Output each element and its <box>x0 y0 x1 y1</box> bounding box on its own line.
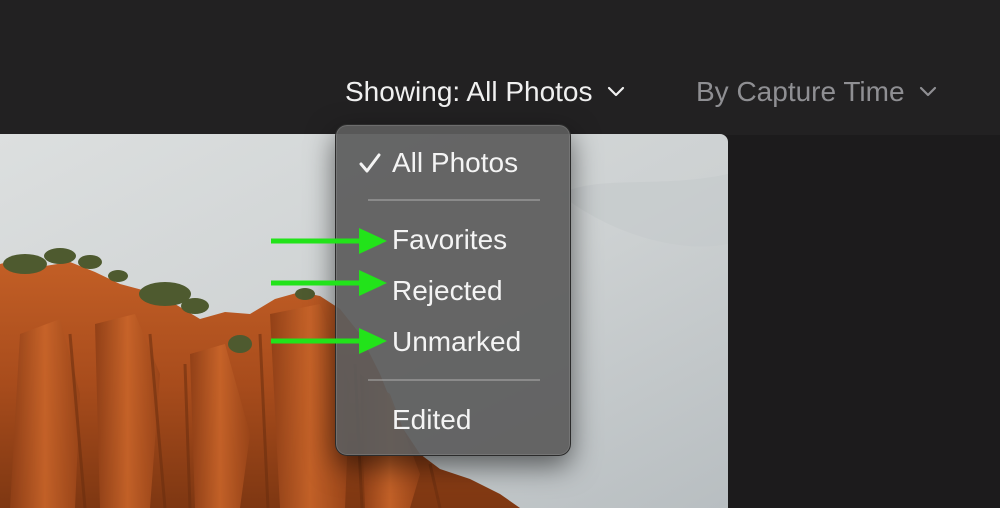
sort-dropdown-button[interactable]: By Capture Time <box>696 72 937 112</box>
menu-item-unmarked[interactable]: Unmarked <box>392 322 521 362</box>
menu-item-rejected[interactable]: Rejected <box>392 271 503 311</box>
chevron-down-icon <box>607 86 624 97</box>
toolbar: Showing: All Photos By Capture Time <box>0 0 1000 135</box>
menu-item-label: Unmarked <box>392 326 522 357</box>
menu-item-label: Rejected <box>392 275 503 306</box>
arrow-right-icon <box>271 228 387 254</box>
filter-dropdown-label: Showing: All Photos <box>345 76 593 107</box>
menu-item-label: Edited <box>392 404 472 435</box>
menu-separator <box>368 199 540 201</box>
photo-library-window: Showing: All Photos By Capture Time All … <box>0 0 1000 508</box>
arrow-right-icon <box>271 270 387 296</box>
chevron-down-icon <box>919 86 936 97</box>
menu-item-label: All Photos <box>392 147 519 178</box>
arrow-right-icon <box>271 328 387 354</box>
menu-separator <box>368 379 540 381</box>
menu-item-edited[interactable]: Edited <box>392 400 471 440</box>
menu-item-all-photos[interactable]: All Photos <box>359 143 519 183</box>
menu-item-label: Favorites <box>392 224 508 255</box>
filter-dropdown-button[interactable]: Showing: All Photos <box>345 72 625 112</box>
sort-dropdown-label: By Capture Time <box>696 76 905 107</box>
checkmark-icon <box>359 153 381 173</box>
menu-item-favorites[interactable]: Favorites <box>392 220 507 260</box>
